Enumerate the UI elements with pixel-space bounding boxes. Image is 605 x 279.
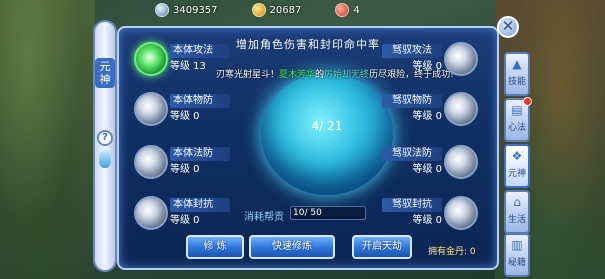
- tab-label: 秘籍: [507, 258, 526, 268]
- tab-label: 元神: [507, 169, 526, 179]
- building-icon: ▲: [512, 57, 522, 71]
- slot-level: 等级 0: [170, 111, 200, 122]
- tab-label: 心法: [507, 123, 526, 133]
- slot-body-attack[interactable]: 本体攻法 等级 13: [134, 42, 244, 78]
- currency-bar: 3409357 20687 4: [155, 2, 360, 18]
- ingot-amount: 4: [353, 4, 360, 16]
- slot-body-magic-def[interactable]: 本体法防 等级 0: [134, 145, 244, 181]
- slot-pet-attack[interactable]: 驽驭攻法 等级 0: [368, 42, 478, 78]
- heaven-trial-button[interactable]: 开启天劫: [352, 235, 412, 259]
- slot-label: 驽驭封抗: [382, 198, 442, 212]
- notice-player-name: 夏木芳华: [279, 70, 316, 80]
- help-icon[interactable]: ?: [97, 130, 113, 146]
- slot-label: 本体封抗: [170, 198, 230, 212]
- slot-level: 等级 0: [170, 215, 200, 226]
- notice-phrase: 厉始却无终: [324, 70, 370, 80]
- quick-train-button[interactable]: 快速修炼: [249, 235, 335, 259]
- gold-amount: 20687: [269, 4, 302, 16]
- notice-mid: 的: [315, 70, 325, 80]
- phys-def-node-icon[interactable]: [134, 92, 168, 126]
- side-scroll: 元神 ?: [93, 20, 117, 272]
- slot-body-seal-resist[interactable]: 本体封抗 等级 0: [134, 196, 244, 232]
- slot-level: 等级 0: [412, 111, 442, 122]
- ingot-icon: [335, 3, 350, 17]
- slot-level: 等级 13: [170, 61, 206, 72]
- slot-label: 本体物防: [170, 94, 230, 108]
- gold-pill-owned: 拥有金丹: 0: [428, 247, 476, 257]
- cost-label: 消耗帮贡: [244, 212, 284, 223]
- slot-level: 等级 0: [412, 61, 442, 72]
- slot-level: 等级 0: [412, 215, 442, 226]
- tab-skills[interactable]: ▲ 技能: [504, 52, 530, 96]
- cost-bar: 10/ 50: [290, 206, 366, 220]
- diamond-icon: [155, 3, 169, 17]
- close-icon[interactable]: ✕: [497, 16, 519, 38]
- train-button[interactable]: 修 炼: [186, 235, 244, 259]
- pet-attack-node-icon[interactable]: [444, 42, 478, 76]
- slot-label: 驽驭法防: [382, 147, 442, 161]
- tab-secret-book[interactable]: ▥ 秘籍: [504, 233, 530, 277]
- background-scene-left: [0, 0, 95, 279]
- tab-label: 技能: [507, 77, 526, 87]
- house-icon: ⌂: [513, 195, 521, 209]
- gold-coin-icon: [251, 3, 266, 17]
- slot-label: 本体攻法: [170, 44, 230, 58]
- tab-yuanshen[interactable]: ❖ 元神: [504, 144, 530, 188]
- pet-seal-resist-node-icon[interactable]: [444, 196, 478, 230]
- pet-magic-def-node-icon[interactable]: [444, 145, 478, 179]
- tab-life[interactable]: ⌂ 生活: [504, 190, 530, 234]
- slot-label: 驽驭攻法: [382, 44, 442, 58]
- slot-pet-phys-def[interactable]: 驽驭物防 等级 0: [368, 92, 478, 128]
- book-icon: ▥: [511, 238, 523, 252]
- diamond-currency: 3409357: [155, 2, 218, 18]
- ingot-currency: 4: [335, 2, 360, 18]
- tab-label: 生活: [507, 215, 526, 225]
- gold-currency: 20687: [251, 2, 302, 18]
- slot-label: 驽驭物防: [382, 94, 442, 108]
- attack-node-icon[interactable]: [134, 42, 168, 76]
- tab-mind[interactable]: ▤ 心法: [504, 97, 532, 142]
- cost-value: 10/ 50: [293, 208, 322, 218]
- gem-icon: [99, 150, 111, 168]
- side-title: 元神: [95, 58, 115, 88]
- magic-def-node-icon[interactable]: [134, 145, 168, 179]
- slot-level: 等级 0: [170, 164, 200, 175]
- notification-badge: [523, 97, 532, 106]
- seal-resist-node-icon[interactable]: [134, 196, 168, 230]
- slot-pet-magic-def[interactable]: 驽驭法防 等级 0: [368, 145, 478, 181]
- slot-label: 本体法防: [170, 147, 230, 161]
- pet-phys-def-node-icon[interactable]: [444, 92, 478, 126]
- spirit-icon: ❖: [511, 149, 523, 163]
- slot-body-phys-def[interactable]: 本体物防 等级 0: [134, 92, 244, 128]
- diamond-amount: 3409357: [173, 4, 218, 16]
- slot-level: 等级 0: [412, 164, 442, 175]
- slot-pet-seal-resist[interactable]: 驽驭封抗 等级 0: [368, 196, 478, 232]
